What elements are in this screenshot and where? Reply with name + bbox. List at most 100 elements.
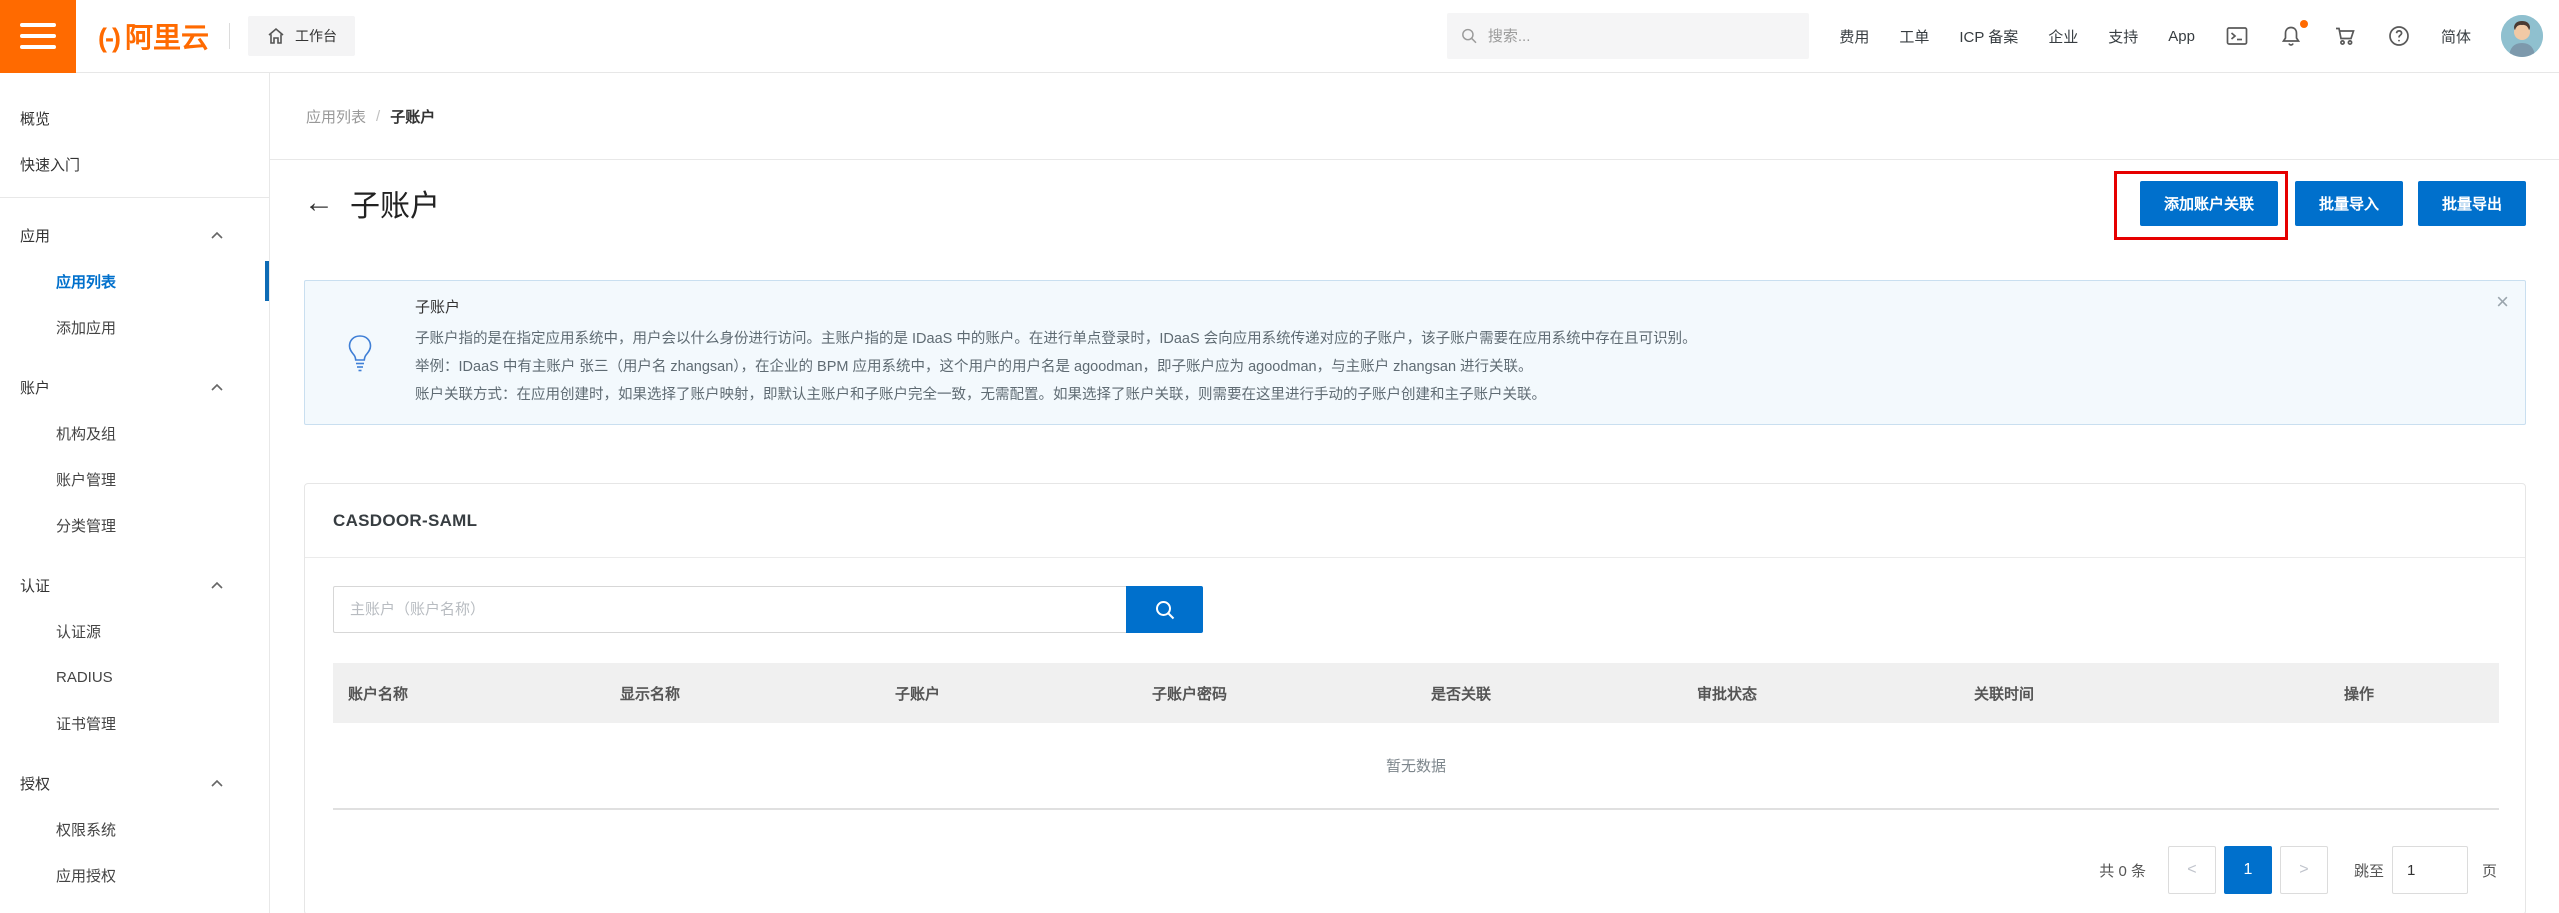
sidebar-item-certificate-management[interactable]: 证书管理 (0, 700, 269, 746)
sidebar-group-label: 账户 (20, 377, 50, 398)
terminal-icon[interactable] (2225, 24, 2249, 48)
top-bar: (-) 阿里云 工作台 费用 工单 ICP 备案 企业 支持 App (0, 0, 2559, 73)
sidebar-item-app-authorization[interactable]: 应用授权 (0, 852, 269, 898)
column-is-linked: 是否关联 (1416, 663, 1682, 723)
current-page-button[interactable]: 1 (2224, 846, 2272, 894)
search-icon (1461, 27, 1478, 45)
sidebar-item-permission-systems[interactable]: 权限系统 (0, 806, 269, 852)
page-unit-label: 页 (2482, 860, 2497, 881)
notification-dot (2300, 20, 2308, 28)
nav-link-icp[interactable]: ICP 备案 (1959, 26, 2018, 47)
logo-text: 阿里云 (125, 16, 209, 56)
sidebar-item-org-groups[interactable]: 机构及组 (0, 410, 269, 456)
breadcrumb: 应用列表 / 子账户 (270, 73, 2559, 160)
column-actions: 操作 (2329, 663, 2499, 723)
cart-icon[interactable] (2333, 24, 2357, 48)
breadcrumb-separator: / (376, 108, 380, 125)
sidebar-group-authorization[interactable]: 授权 (0, 760, 269, 806)
topbar-right: 费用 工单 ICP 备案 企业 支持 App (1839, 15, 2559, 57)
sidebar-item-overview[interactable]: 概览 (0, 95, 269, 141)
empty-state-text: 暂无数据 (1386, 758, 1446, 775)
application-card: CASDOOR-SAML 账户名称 显示名称 (304, 483, 2526, 913)
info-banner-body: 子账户 子账户指的是在指定应用系统中，用户会以什么身份进行访问。主账户指的是 I… (415, 296, 2485, 409)
main-content: 应用列表 / 子账户 ← 子账户 添加账户关联 批量导入 批量导出 (270, 73, 2559, 913)
chevron-up-icon (211, 231, 223, 239)
pagination: 共 0 条 < 1 > 跳至 页 (333, 846, 2497, 894)
nav-link-billing[interactable]: 费用 (1839, 26, 1869, 47)
sub-accounts-table: 账户名称 显示名称 子账户 子账户密码 是否关联 审批状态 关联时间 操作 暂无… (333, 663, 2499, 810)
sidebar-group-accounts[interactable]: 账户 (0, 364, 269, 410)
sidebar-item-auth-sources[interactable]: 认证源 (0, 608, 269, 654)
nav-link-tickets[interactable]: 工单 (1899, 26, 1929, 47)
column-display-name: 显示名称 (605, 663, 880, 723)
table-header-row: 账户名称 显示名称 子账户 子账户密码 是否关联 审批状态 关联时间 操作 (333, 663, 2499, 723)
sidebar-item-label: 认证源 (56, 621, 101, 642)
info-banner-line: 子账户指的是在指定应用系统中，用户会以什么身份进行访问。主账户指的是 IDaaS… (415, 325, 2485, 353)
sidebar-item-label: 账户管理 (56, 469, 116, 490)
empty-state-row: 暂无数据 (333, 723, 2499, 809)
nav-link-enterprise[interactable]: 企业 (2048, 26, 2078, 47)
sidebar-item-label: 分类管理 (56, 515, 116, 536)
nav-link-support[interactable]: 支持 (2108, 26, 2138, 47)
close-icon[interactable]: × (2496, 291, 2509, 313)
sidebar-group-label: 授权 (20, 773, 50, 794)
chevron-up-icon (211, 779, 223, 787)
column-link-time: 关联时间 (1959, 663, 2329, 723)
sidebar-divider (0, 197, 269, 198)
column-sub-account: 子账户 (880, 663, 1137, 723)
sidebar-item-quickstart[interactable]: 快速入门 (0, 141, 269, 187)
header-buttons: 添加账户关联 批量导入 批量导出 (2140, 181, 2526, 226)
home-icon (266, 26, 286, 46)
sidebar-item-application-list[interactable]: 应用列表 (0, 258, 269, 304)
application-name: CASDOOR-SAML (333, 511, 477, 531)
search-icon (1154, 599, 1176, 621)
nav-link-app[interactable]: App (2168, 28, 2195, 45)
sidebar-item-label: 权限系统 (56, 819, 116, 840)
info-banner-line: 举例：IDaaS 中有主账户 张三（用户名 zhangsan），在企业的 BPM… (415, 353, 2485, 381)
avatar[interactable] (2501, 15, 2543, 57)
global-search-box[interactable] (1447, 13, 1809, 59)
sidebar: 概览 快速入门 应用 应用列表 添加应用 账户 机构及组 账户管理 分类管理 (0, 73, 270, 913)
sidebar-item-account-management[interactable]: 账户管理 (0, 456, 269, 502)
hamburger-menu-icon[interactable] (0, 0, 76, 73)
next-page-button[interactable]: > (2280, 846, 2328, 894)
locale-switcher[interactable]: 简体 (2441, 26, 2471, 47)
prev-page-button[interactable]: < (2168, 846, 2216, 894)
batch-export-button[interactable]: 批量导出 (2418, 181, 2526, 226)
column-sub-account-password: 子账户密码 (1137, 663, 1416, 723)
primary-account-search-input[interactable] (333, 586, 1126, 633)
lightbulb-icon (305, 296, 415, 409)
breadcrumb-application-list[interactable]: 应用列表 (306, 106, 366, 127)
aliyun-logo[interactable]: (-) 阿里云 (98, 16, 209, 56)
sidebar-item-label: 快速入门 (20, 154, 80, 175)
sidebar-item-label: 机构及组 (56, 423, 116, 444)
sidebar-item-label: 应用授权 (56, 865, 116, 886)
sidebar-item-label: 概览 (20, 108, 50, 129)
chevron-up-icon (211, 581, 223, 589)
sidebar-item-category-management[interactable]: 分类管理 (0, 502, 269, 548)
sidebar-item-add-application[interactable]: 添加应用 (0, 304, 269, 350)
sidebar-item-label: RADIUS (56, 669, 113, 686)
account-search-row (333, 586, 2497, 633)
pagination-total: 共 0 条 (2099, 860, 2146, 881)
jump-to-page-input[interactable] (2392, 846, 2468, 894)
add-account-link-button[interactable]: 添加账户关联 (2140, 181, 2278, 226)
column-account-name: 账户名称 (333, 663, 605, 723)
logo-bracket-icon: (-) (98, 23, 119, 54)
batch-import-button[interactable]: 批量导入 (2295, 181, 2403, 226)
sidebar-group-applications[interactable]: 应用 (0, 212, 269, 258)
help-icon[interactable] (2387, 24, 2411, 48)
page-title: 子账户 (350, 181, 440, 225)
search-button[interactable] (1126, 586, 1203, 633)
notification-bell-icon[interactable] (2279, 24, 2303, 48)
global-search-input[interactable] (1488, 28, 1795, 45)
sidebar-item-radius[interactable]: RADIUS (0, 654, 269, 700)
sidebar-group-authentication[interactable]: 认证 (0, 562, 269, 608)
sidebar-item-label: 添加应用 (56, 317, 116, 338)
workbench-button[interactable]: 工作台 (248, 16, 355, 56)
sidebar-item-label: 证书管理 (56, 713, 116, 734)
card-title-row: CASDOOR-SAML (305, 484, 2525, 558)
back-arrow-icon[interactable]: ← (304, 188, 334, 218)
chevron-up-icon (211, 383, 223, 391)
jump-to-label: 跳至 (2354, 860, 2384, 881)
